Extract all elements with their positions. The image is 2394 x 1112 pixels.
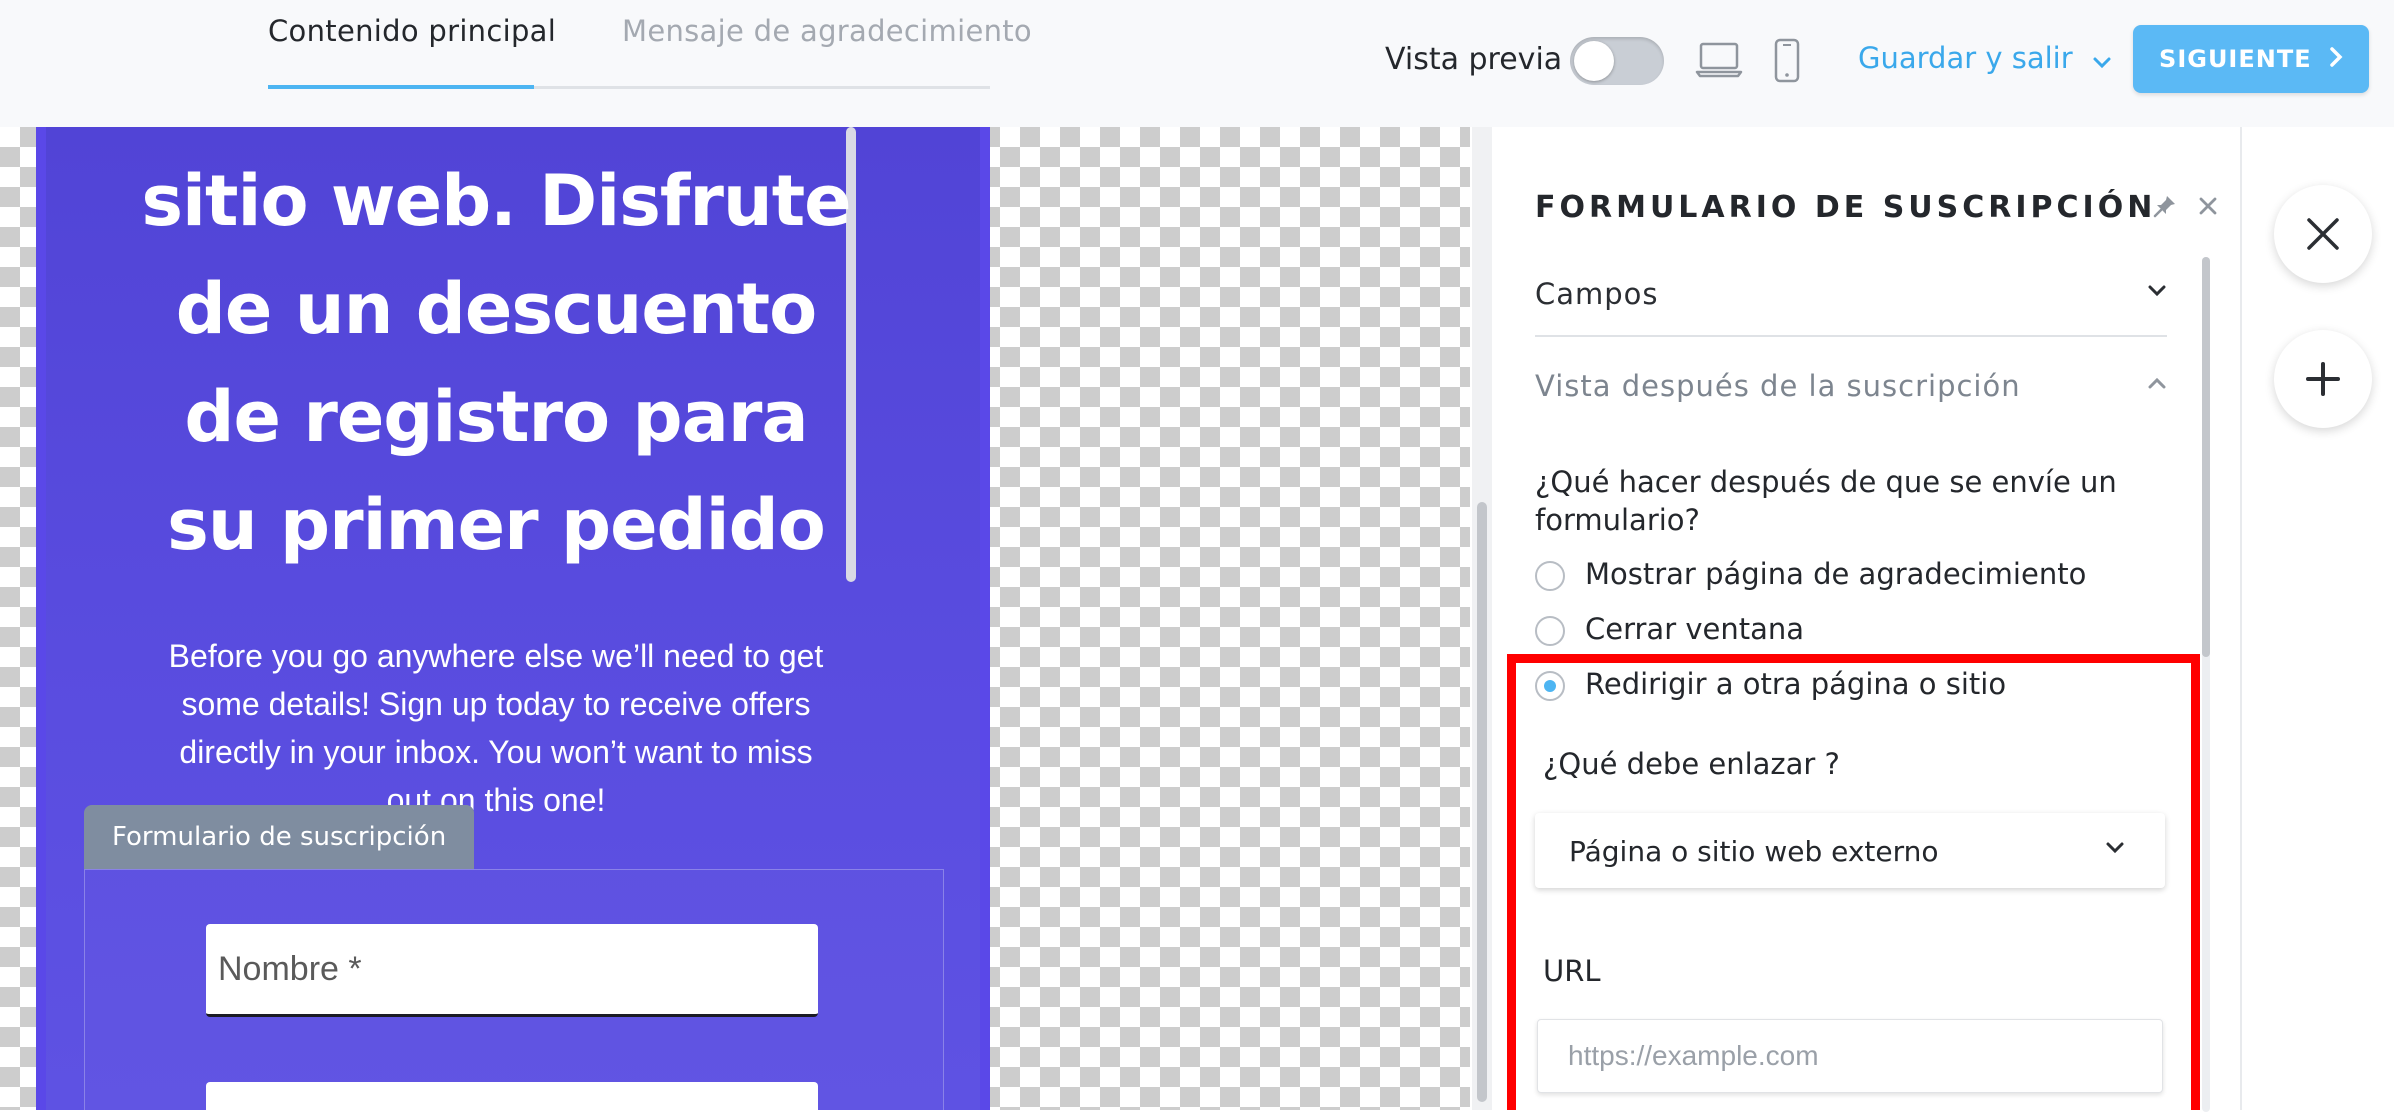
chevron-right-icon <box>2329 26 2343 94</box>
chevron-down-icon <box>2105 840 2125 859</box>
plus-icon <box>2306 362 2340 396</box>
popup-headline[interactable]: sitio web. Disfrute de un descuento de r… <box>136 147 856 579</box>
save-and-exit-label: Guardar y salir <box>1858 41 2073 75</box>
laptop-icon[interactable] <box>1695 38 1743 86</box>
radio-circle[interactable] <box>1535 616 1565 646</box>
next-button-label: SIGUIENTE <box>2159 45 2312 73</box>
preview-label: Vista previa <box>1385 42 1563 77</box>
canvas-scrollbar[interactable] <box>1472 127 1492 1110</box>
pin-icon[interactable] <box>2152 193 2178 223</box>
preview-toggle-knob <box>1574 41 1614 81</box>
active-tab-indicator <box>268 85 534 89</box>
link-target-label: ¿Qué debe enlazar ? <box>1543 747 1840 781</box>
chevron-down-icon <box>2147 283 2167 302</box>
settings-panel: FORMULARIO DE SUSCRIPCIÓN Campos Vista d… <box>1492 127 2240 1112</box>
popup-body-text[interactable]: Before you go anywhere else we’ll need t… <box>166 632 826 824</box>
panel-title: FORMULARIO DE SUSCRIPCIÓN <box>1535 190 2157 225</box>
after-submit-question: ¿Qué hacer después de que se envíe un fo… <box>1535 465 2117 537</box>
editor-tabs: Contenido principal Mensaje de agradecim… <box>268 0 1032 89</box>
add-element-button[interactable] <box>2274 330 2372 428</box>
popup-preview[interactable]: sitio web. Disfrute de un descuento de r… <box>36 127 990 1110</box>
email-input[interactable] <box>206 1082 818 1110</box>
url-input[interactable] <box>1537 1019 2163 1093</box>
form-block-label[interactable]: Formulario de suscripción <box>84 805 475 869</box>
link-target-select[interactable]: Página o sitio web externo <box>1535 813 2165 888</box>
next-button[interactable]: SIGUIENTE <box>2133 25 2369 93</box>
accordion-fields-label: Campos <box>1535 277 1659 311</box>
close-icon <box>2307 218 2339 250</box>
close-icon[interactable] <box>2197 195 2219 221</box>
preview-toggle[interactable] <box>1570 37 1664 85</box>
radio-circle[interactable] <box>1535 561 1565 591</box>
close-editor-button[interactable] <box>2274 185 2372 283</box>
name-input[interactable] <box>206 924 818 1017</box>
accordion-fields[interactable]: Campos <box>1535 257 2167 337</box>
url-label: URL <box>1543 954 1601 988</box>
panel-scrollbar[interactable] <box>2202 257 2210 1112</box>
mobile-icon[interactable] <box>1772 38 1802 88</box>
editor-canvas: sitio web. Disfrute de un descuento de r… <box>0 127 1470 1110</box>
save-and-exit-dropdown[interactable]: Guardar y salir <box>1858 41 2112 77</box>
chevron-up-icon <box>2147 375 2167 394</box>
top-bar: Contenido principal Mensaje de agradecim… <box>0 0 2394 127</box>
radio-label: Cerrar ventana <box>1585 612 1805 646</box>
radio-label: Mostrar página de agradecimiento <box>1585 557 2087 591</box>
accordion-after-subscription[interactable]: Vista después de la suscripción <box>1535 349 2167 427</box>
panel-scrollbar-thumb[interactable] <box>2202 257 2210 657</box>
tab-thank-you-message[interactable]: Mensaje de agradecimiento <box>622 14 1032 48</box>
accordion-after-subscription-label: Vista después de la suscripción <box>1535 369 2021 403</box>
tab-main-content[interactable]: Contenido principal <box>268 14 556 48</box>
canvas-scrollbar-thumb[interactable] <box>1477 502 1487 1102</box>
chevron-down-icon <box>2092 43 2112 77</box>
link-target-value: Página o sitio web externo <box>1569 835 1939 868</box>
